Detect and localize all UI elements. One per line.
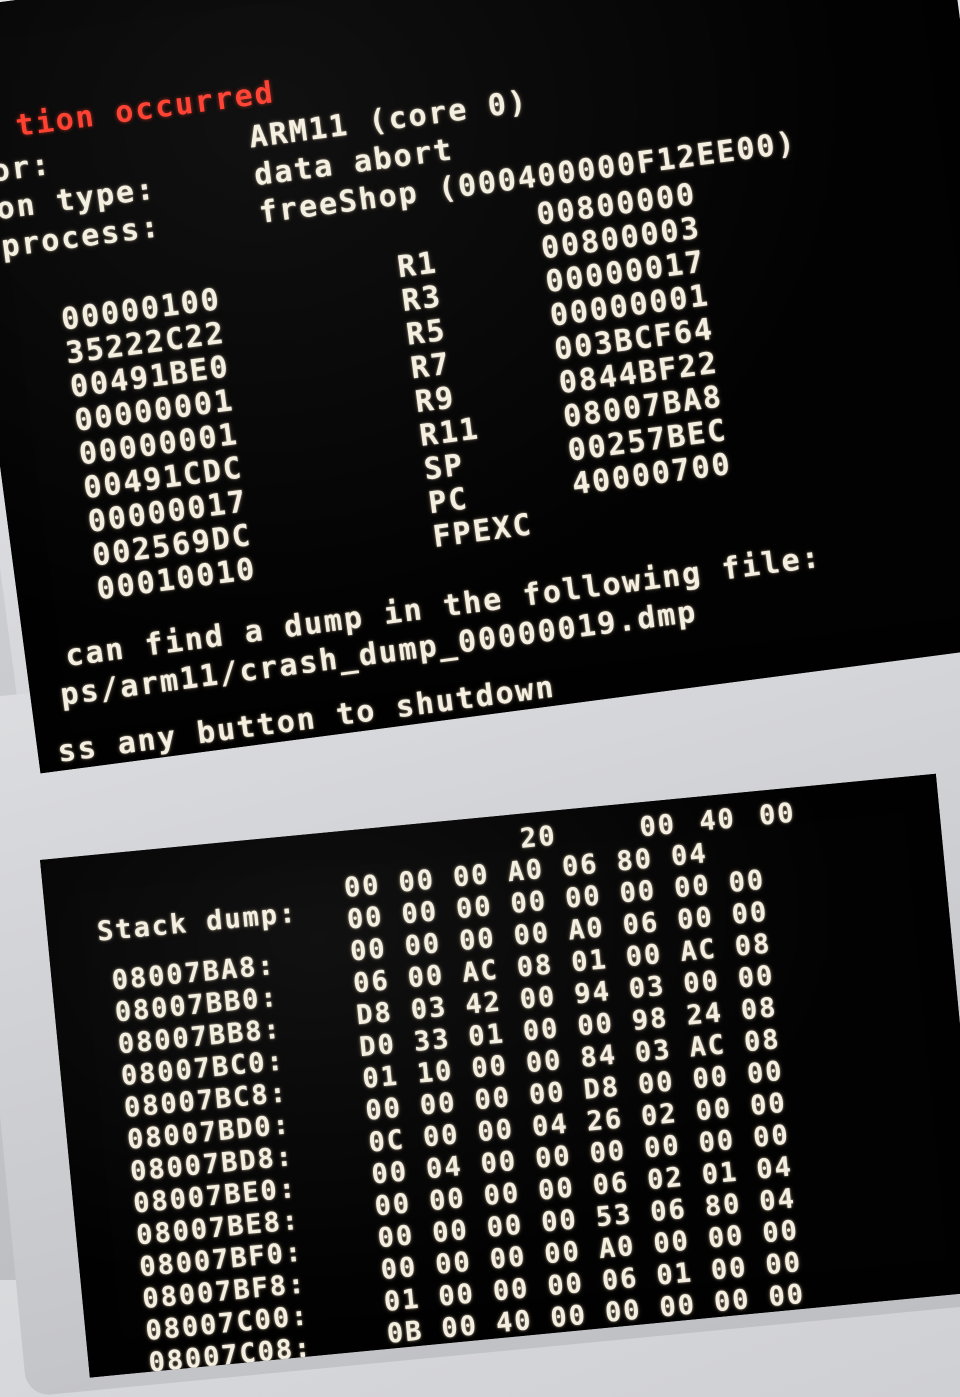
- info-label-0: or:: [0, 146, 54, 190]
- exception-title: tion occurred: [13, 75, 277, 144]
- top-screen: tion occurred or: ARM11 (core 0) on type…: [0, 0, 960, 774]
- stack-byte: 00: [757, 797, 797, 832]
- stack-byte: 20: [518, 820, 559, 855]
- stack-dump-title: Stack dump:: [95, 897, 299, 948]
- stack-byte: 40: [697, 803, 738, 838]
- register-name: R11: [417, 411, 482, 454]
- stack-byte: 00: [638, 808, 678, 844]
- bottom-screen: 20 00 40 00 Stack dump: 00 00 00 A0 06 8…: [40, 773, 960, 1378]
